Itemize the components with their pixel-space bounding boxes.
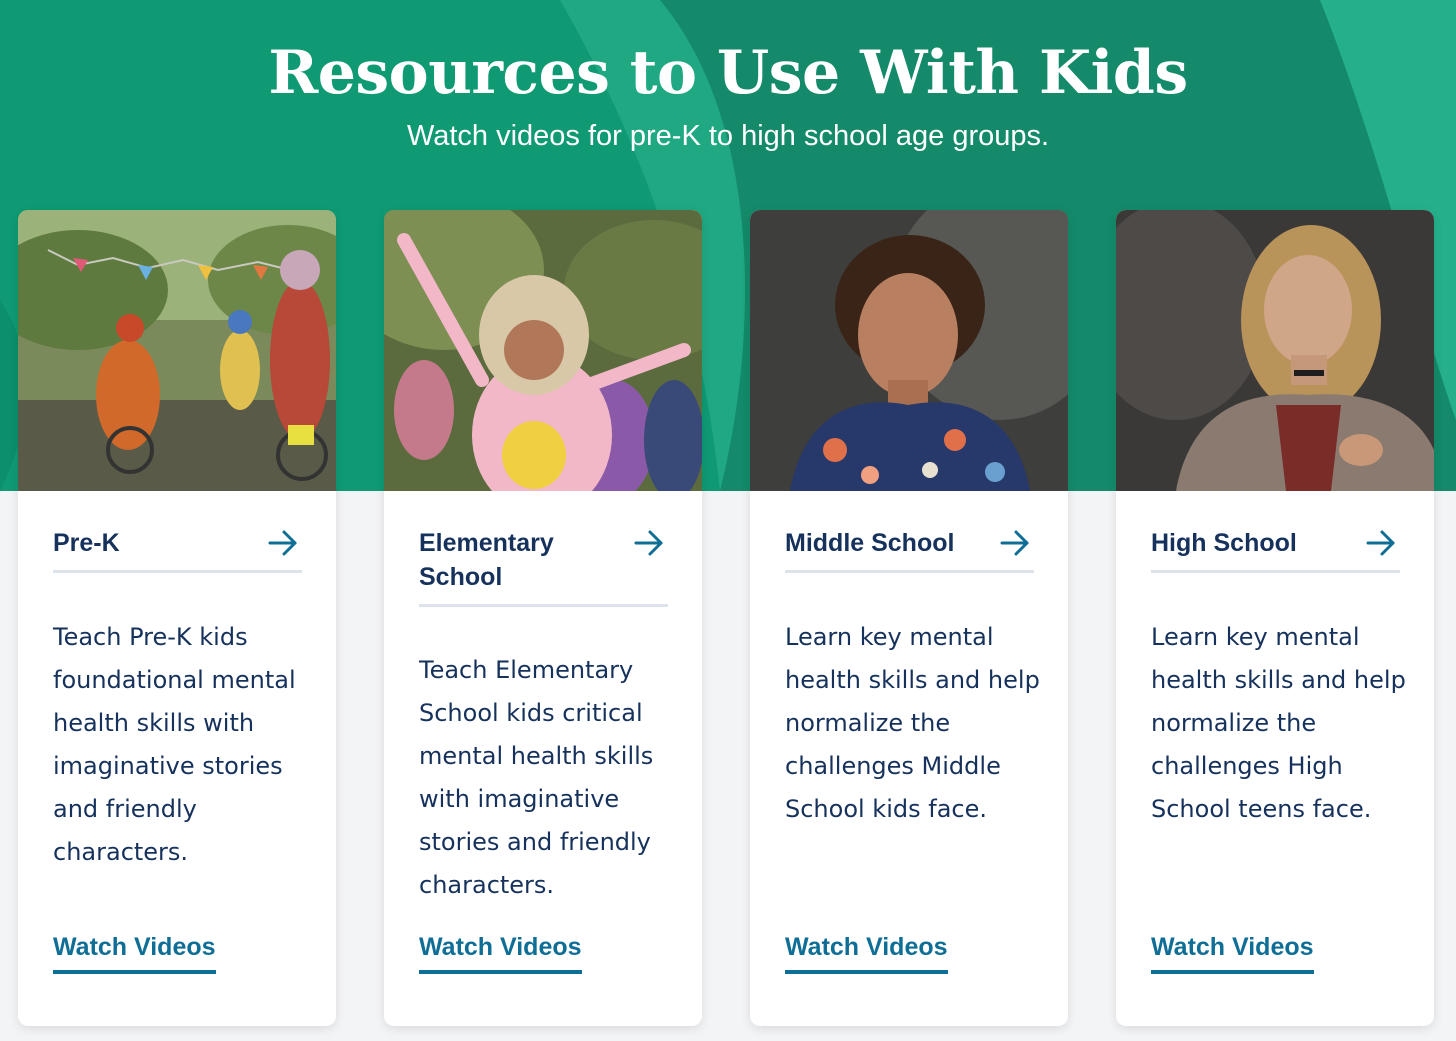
teen-girl-portrait-photo [1116, 210, 1434, 491]
card-title: Middle School [785, 529, 955, 557]
girl-cheering-in-costume-photo [384, 210, 702, 491]
card-description: Learn key mental health skills and help … [1151, 623, 1406, 823]
arrow-right-icon[interactable] [1364, 526, 1398, 560]
arrow-right-icon[interactable] [266, 526, 300, 560]
card-elementary-school[interactable]: Elementary School Teach Elementary Schoo… [384, 210, 702, 1026]
watch-videos-link[interactable]: Watch Videos [53, 933, 216, 974]
arrow-right-icon[interactable] [998, 526, 1032, 560]
card-header: Middle School [785, 526, 1034, 573]
card-description: Teach Elementary School kids critical me… [419, 656, 654, 899]
card-title: Pre-K [53, 529, 120, 557]
kids-riding-tricycles-photo [18, 210, 336, 491]
watch-videos-link[interactable]: Watch Videos [785, 933, 948, 974]
smiling-boy-portrait-photo [750, 210, 1068, 491]
card-description: Teach Pre-K kids foundational mental hea… [53, 623, 296, 866]
card-middle-school[interactable]: Middle School Learn key mental health sk… [750, 210, 1068, 1026]
card-title: High School [1151, 529, 1297, 557]
card-pre-k[interactable]: Pre-K Teach Pre-K kids foundational ment… [18, 210, 336, 1026]
card-high-school[interactable]: High School Learn key mental health skil… [1116, 210, 1434, 1026]
watch-videos-link[interactable]: Watch Videos [1151, 933, 1314, 974]
arrow-right-icon[interactable] [632, 526, 666, 560]
watch-videos-link[interactable]: Watch Videos [419, 933, 582, 974]
card-header: Elementary School [419, 526, 668, 607]
page-subtitle: Watch videos for pre-K to high school ag… [406, 120, 1050, 152]
card-description: Learn key mental health skills and help … [785, 623, 1040, 823]
page-title: Resources to Use With Kids [268, 38, 1188, 108]
card-header: High School [1151, 526, 1400, 573]
card-header: Pre-K [53, 526, 302, 573]
card-title: Elementary School [419, 529, 554, 591]
